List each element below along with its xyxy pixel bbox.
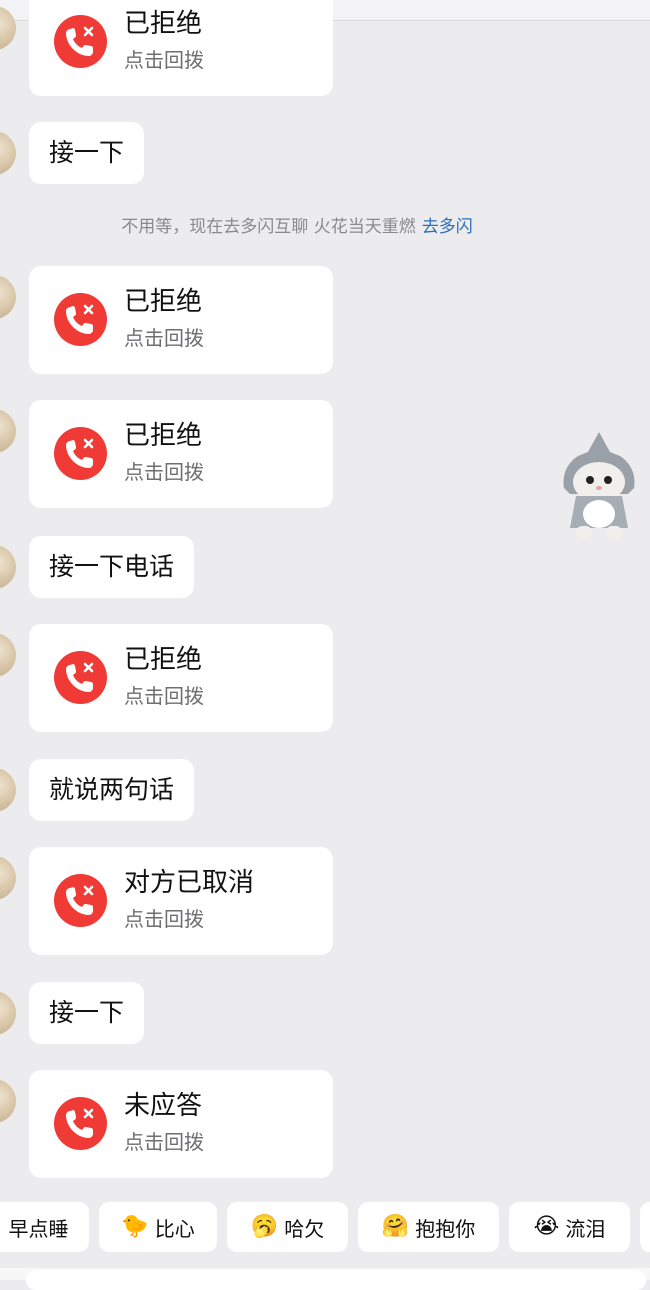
call-back-label: 点击回拨 [124, 907, 204, 931]
notice-link[interactable]: 去多闪 [422, 217, 473, 237]
chip-label: 抱抱你 [415, 1216, 476, 1241]
avatar[interactable] [0, 275, 16, 319]
avatar[interactable] [0, 545, 16, 589]
phone-declined-icon [54, 874, 107, 927]
call-status: 对方已取消 [124, 868, 255, 898]
text-message[interactable]: 接一下 [29, 122, 145, 184]
call-back-label: 点击回拨 [124, 326, 204, 350]
call-back-label: 点击回拨 [124, 48, 204, 72]
call-status: 未应答 [124, 1091, 203, 1121]
shark-cat-sticker[interactable] [558, 430, 640, 546]
call-record-bubble[interactable]: 已拒绝 点击回拨 [29, 0, 333, 96]
yawn-emoji-icon: 🥱 [250, 1214, 279, 1239]
system-notice: 不用等，现在去多闪互聊 火花当天重燃 去多闪 [0, 212, 594, 237]
phone-declined-icon [54, 293, 107, 346]
notice-text: 不用等，现在去多闪互聊 火花当天重燃 [121, 217, 416, 237]
call-record-bubble[interactable]: 对方已取消 点击回拨 [29, 847, 333, 955]
avatar[interactable] [0, 856, 16, 900]
call-record-bubble[interactable]: 已拒绝 点击回拨 [29, 266, 333, 374]
avatar[interactable] [0, 1079, 16, 1123]
phone-declined-icon [54, 427, 107, 480]
call-record-bubble[interactable]: 未应答 点击回拨 [29, 1070, 333, 1178]
heart-hands-emoji-icon: 🐤 [121, 1214, 149, 1239]
avatar[interactable] [0, 131, 16, 175]
text-message[interactable]: 就说两句话 [29, 759, 195, 821]
chip-label: 流泪 [565, 1216, 606, 1241]
call-back-label: 点击回拨 [124, 1130, 204, 1154]
call-status: 已拒绝 [124, 9, 203, 39]
phone-declined-icon [54, 1097, 107, 1150]
quick-reply-bar: 早点睡 🐤 比心 🥱 哈欠 🤗 抱抱你 😭 流泪 [0, 1202, 650, 1254]
avatar[interactable] [0, 991, 16, 1035]
call-record-bubble[interactable]: 已拒绝 点击回拨 [29, 624, 333, 732]
text-message[interactable]: 接一下 [29, 982, 145, 1044]
call-back-label: 点击回拨 [124, 684, 204, 708]
phone-declined-icon [54, 15, 107, 68]
chip-label: 早点睡 [8, 1216, 69, 1241]
chip-label: 比心 [154, 1216, 195, 1241]
quick-reply-chip[interactable]: 😭 流泪 [509, 1202, 630, 1252]
hug-emoji-icon: 🤗 [381, 1214, 410, 1239]
avatar[interactable] [0, 409, 16, 453]
chip-label: 哈欠 [284, 1216, 325, 1241]
crying-emoji-icon: 😭 [533, 1214, 560, 1239]
quick-reply-chip-partial[interactable] [640, 1202, 650, 1252]
phone-declined-icon [54, 651, 107, 704]
quick-reply-chip[interactable]: 🤗 抱抱你 [358, 1202, 499, 1252]
call-status: 已拒绝 [124, 287, 203, 317]
quick-reply-chip[interactable]: 🐤 比心 [99, 1202, 217, 1252]
call-status: 已拒绝 [124, 421, 203, 451]
avatar[interactable] [0, 768, 16, 812]
call-record-bubble[interactable]: 已拒绝 点击回拨 [29, 400, 333, 508]
call-status: 已拒绝 [124, 645, 203, 675]
text-message[interactable]: 接一下电话 [29, 536, 195, 598]
quick-reply-chip[interactable]: 早点睡 [0, 1202, 89, 1252]
message-input[interactable] [26, 1270, 646, 1290]
avatar[interactable] [0, 633, 16, 677]
quick-reply-chip[interactable]: 🥱 哈欠 [227, 1202, 348, 1252]
call-back-label: 点击回拨 [124, 460, 204, 484]
